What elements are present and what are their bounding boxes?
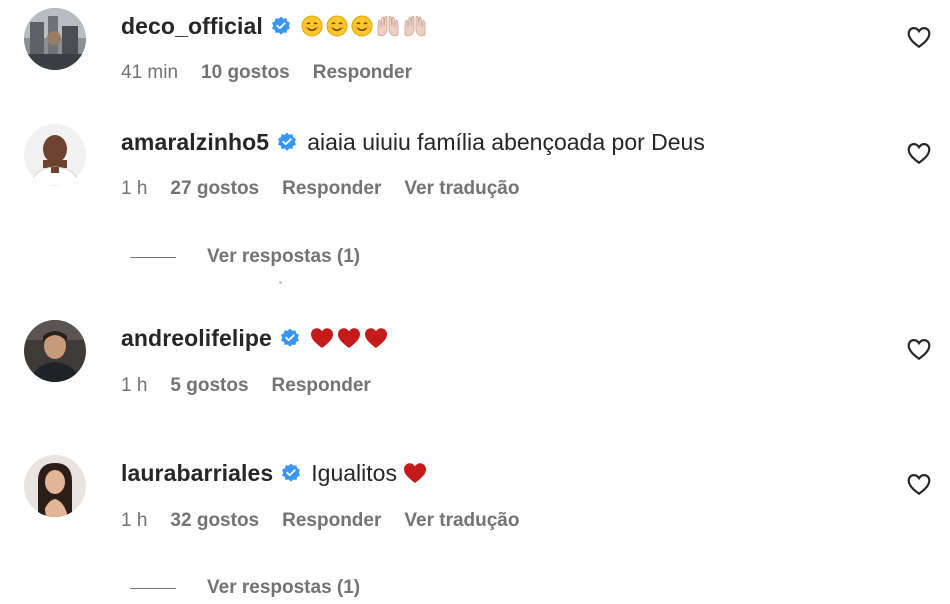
avatar[interactable] xyxy=(24,455,86,517)
username[interactable]: amaralzinho5 xyxy=(121,129,269,156)
reply-button[interactable]: Responder xyxy=(282,178,381,200)
username[interactable]: laurabarriales xyxy=(121,460,273,487)
replies-divider xyxy=(130,256,176,258)
verified-badge-icon xyxy=(281,463,301,483)
red-heart-icon xyxy=(310,327,334,349)
view-replies-button[interactable]: Ver respostas (1) xyxy=(130,574,360,602)
comment-time[interactable]: 1 h xyxy=(121,375,147,397)
avatar[interactable] xyxy=(24,124,86,186)
like-heart-icon[interactable] xyxy=(906,140,932,166)
like-heart-icon[interactable] xyxy=(906,471,932,497)
reply-button[interactable]: Responder xyxy=(272,375,371,397)
comment-meta: 41 min 10 gostos Responder xyxy=(121,59,435,87)
verified-badge-icon xyxy=(280,328,300,348)
avatar[interactable] xyxy=(24,320,86,382)
username[interactable]: andreolifelipe xyxy=(121,325,272,352)
view-replies-label[interactable]: Ver respostas (1) xyxy=(207,246,360,268)
view-replies-button[interactable]: Ver respostas (1) xyxy=(130,243,360,271)
comment-time[interactable]: 1 h xyxy=(121,510,147,532)
translate-button[interactable]: Ver tradução xyxy=(404,510,519,532)
verified-badge-icon xyxy=(271,16,291,36)
comment-header: andreolifelipe xyxy=(121,321,388,355)
smiling-face-icon xyxy=(351,15,373,37)
raised-hands-icon xyxy=(376,15,400,37)
replies-divider xyxy=(130,587,176,589)
comment-emojis xyxy=(301,15,427,37)
comment-header: deco_official xyxy=(121,9,427,43)
like-heart-icon[interactable] xyxy=(906,24,932,50)
smiling-face-icon xyxy=(301,15,323,37)
red-heart-icon xyxy=(403,462,427,484)
reply-button[interactable]: Responder xyxy=(282,510,381,532)
raised-hands-icon xyxy=(403,15,427,37)
avatar[interactable] xyxy=(24,8,86,70)
comment-text: aiaia uiuiu família abençoada por Deus xyxy=(307,128,705,155)
comment-text: Igualitos xyxy=(311,459,397,486)
red-heart-icon xyxy=(364,327,388,349)
username[interactable]: deco_official xyxy=(121,13,263,40)
smiling-face-icon xyxy=(326,15,348,37)
separator-dot xyxy=(279,281,282,284)
red-heart-icon xyxy=(337,327,361,349)
comment-time[interactable]: 41 min xyxy=(121,62,178,84)
likes-count[interactable]: 32 gostos xyxy=(170,510,259,532)
comment-time[interactable]: 1 h xyxy=(121,178,147,200)
comment-meta: 1 h 32 gostos Responder Ver tradução xyxy=(121,507,542,535)
comment-header: laurabarriales Igualitos xyxy=(121,456,427,490)
view-replies-label[interactable]: Ver respostas (1) xyxy=(207,577,360,599)
comment-meta: 1 h 27 gostos Responder Ver tradução xyxy=(121,175,542,203)
verified-badge-icon xyxy=(277,132,297,152)
likes-count[interactable]: 10 gostos xyxy=(201,62,290,84)
comment-header: amaralzinho5 aiaia uiuiu família abençoa… xyxy=(121,125,705,159)
translate-button[interactable]: Ver tradução xyxy=(404,178,519,200)
likes-count[interactable]: 27 gostos xyxy=(170,178,259,200)
like-heart-icon[interactable] xyxy=(906,336,932,362)
comment-meta: 1 h 5 gostos Responder xyxy=(121,372,394,400)
likes-count[interactable]: 5 gostos xyxy=(170,375,248,397)
reply-button[interactable]: Responder xyxy=(313,62,412,84)
comment-emojis xyxy=(310,327,388,349)
